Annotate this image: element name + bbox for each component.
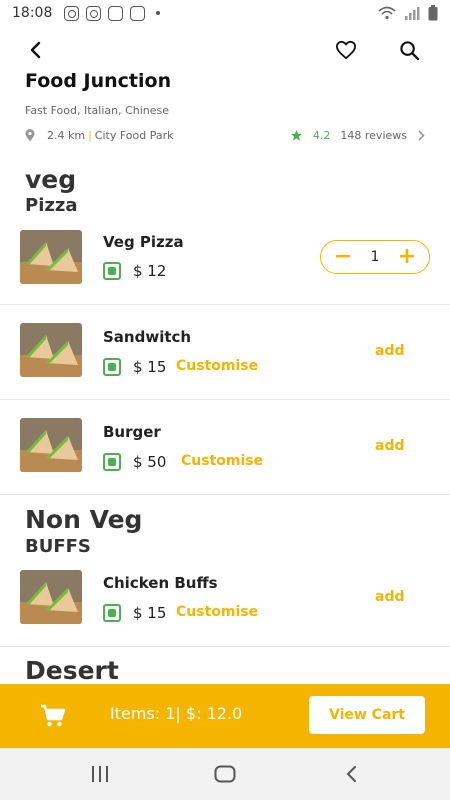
battery-icon xyxy=(428,5,438,21)
item-name: Sandwitch xyxy=(103,328,192,346)
system-navigation-bar xyxy=(0,748,450,800)
mail-icon xyxy=(108,5,124,21)
veg-indicator-icon xyxy=(103,453,121,471)
favorite-button[interactable] xyxy=(332,36,360,64)
recents-button[interactable] xyxy=(88,762,112,786)
restaurant-meta: 2.4 km | City Food Park 4.2 148 reviews xyxy=(25,126,425,144)
rating-value: 4.2 xyxy=(312,128,331,142)
home-icon xyxy=(214,765,236,783)
status-time: 18:08 xyxy=(12,5,53,21)
menu-item-row: Chicken Buffs $ 15 Customise add xyxy=(0,552,450,647)
restaurant-cuisines: Fast Food, Italian, Chinese xyxy=(25,104,170,117)
cart-bar: Items: 1| $: 12.0 View Cart xyxy=(0,684,450,748)
chevron-right-icon xyxy=(418,130,425,140)
item-image xyxy=(20,418,82,472)
section-title-desert: Desert xyxy=(25,656,119,685)
item-price: $ 12 xyxy=(133,262,167,280)
status-bar: 18:08 xyxy=(0,0,450,26)
file-icon xyxy=(130,5,146,21)
customise-link[interactable]: Customise xyxy=(176,358,258,374)
item-image xyxy=(20,230,82,284)
item-name: Veg Pizza xyxy=(103,233,184,251)
meta-separator: | xyxy=(88,128,92,142)
cart-summary: Items: 1| $: 12.0 xyxy=(110,704,243,723)
recents-icon xyxy=(92,766,108,782)
search-button[interactable] xyxy=(395,36,423,64)
item-price: $ 15 xyxy=(133,358,167,376)
increase-quantity-button[interactable]: + xyxy=(397,246,417,268)
item-price: $ 50 xyxy=(133,453,167,471)
item-name: Chicken Buffs xyxy=(103,574,218,592)
restaurant-location: City Food Park xyxy=(94,128,174,142)
decrease-quantity-button[interactable]: − xyxy=(333,246,353,268)
restaurant-name: Food Junction xyxy=(25,70,172,92)
back-icon xyxy=(346,766,356,782)
review-count: 148 reviews xyxy=(340,128,407,142)
customise-link[interactable]: Customise xyxy=(181,453,263,469)
home-button[interactable] xyxy=(213,762,237,786)
star-icon xyxy=(290,129,302,141)
rating-reviews-link[interactable]: 4.2 148 reviews xyxy=(290,129,425,142)
item-price: $ 15 xyxy=(133,604,167,622)
signal-icon xyxy=(405,7,420,20)
instagram-icon xyxy=(64,5,80,21)
veg-indicator-icon xyxy=(103,604,121,622)
quantity-stepper: − 1 + xyxy=(320,240,430,274)
back-button[interactable] xyxy=(22,36,50,64)
veg-indicator-icon xyxy=(103,262,121,280)
wifi-icon xyxy=(378,6,396,20)
quantity-value: 1 xyxy=(370,249,380,265)
item-image xyxy=(20,323,82,377)
system-icons xyxy=(378,5,438,21)
customise-link[interactable]: Customise xyxy=(176,604,258,620)
section-title-veg: veg xyxy=(25,165,77,194)
add-button[interactable]: add xyxy=(375,438,405,454)
view-cart-button[interactable]: View Cart xyxy=(309,696,425,734)
restaurant-distance: 2.4 km xyxy=(47,128,86,142)
add-button[interactable]: add xyxy=(375,589,405,605)
more-notifications-icon xyxy=(156,11,161,15)
top-app-bar xyxy=(0,30,450,70)
add-button[interactable]: add xyxy=(375,343,405,359)
menu-item-row: Sandwitch $ 15 Customise add xyxy=(0,305,450,400)
cart-icon xyxy=(40,704,66,732)
veg-indicator-icon xyxy=(103,358,121,376)
item-image xyxy=(20,570,82,624)
notification-icons xyxy=(64,5,161,21)
search-icon xyxy=(399,40,419,60)
location-pin-icon xyxy=(25,128,35,142)
item-name: Burger xyxy=(103,423,161,441)
heart-icon xyxy=(335,40,356,60)
nav-back-button[interactable] xyxy=(339,762,363,786)
back-arrow-icon xyxy=(30,41,41,59)
menu-item-row: Burger $ 50 Customise add xyxy=(0,400,450,495)
instagram-icon xyxy=(86,5,102,21)
section-title-non-veg: Non Veg xyxy=(25,505,143,534)
